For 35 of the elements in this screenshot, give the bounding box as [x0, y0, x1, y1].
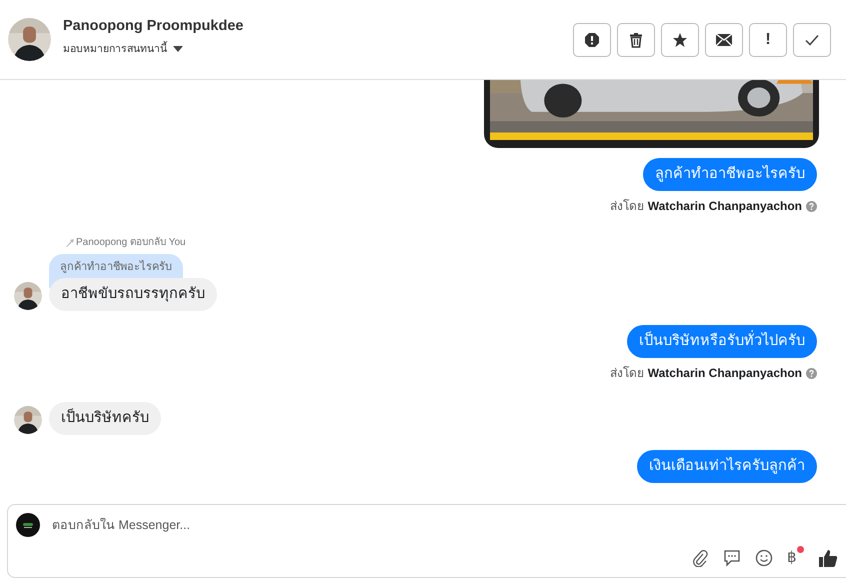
envelope-icon [715, 32, 733, 46]
received-message: อาชีพขับรถบรรทุกครับ [49, 278, 217, 311]
trash-icon [628, 32, 644, 48]
thumbs-up-icon[interactable] [818, 548, 838, 568]
star-button[interactable] [661, 22, 699, 56]
payment-button[interactable]: ฿ [787, 546, 804, 567]
received-message: เป็นบริษัทครับ [49, 402, 161, 435]
emoji-icon[interactable] [755, 549, 773, 567]
paperclip-icon[interactable] [691, 549, 709, 567]
sent-message: ลูกค้าทำอาชีพอะไรครับ [643, 158, 817, 191]
sent-by-label: ส่งโดย [610, 199, 644, 213]
mark-unread-button[interactable] [705, 22, 743, 56]
spam-button[interactable] [573, 22, 611, 56]
done-button[interactable] [793, 22, 831, 56]
avatar [14, 282, 42, 310]
star-icon [672, 32, 688, 48]
alert-icon [584, 32, 600, 48]
delete-button[interactable] [617, 22, 655, 56]
sent-by-label: ส่งโดย [610, 366, 644, 380]
reply-icon [66, 239, 74, 247]
caret-icon [173, 46, 183, 52]
contact-name: Panoopong Proompukdee [63, 18, 244, 34]
chat-bubble-icon[interactable] [723, 549, 741, 567]
avatar [14, 406, 42, 434]
help-icon[interactable] [806, 368, 817, 378]
sent-message: เงินเดือนเท่าไรครับลูกค้า [637, 450, 817, 483]
assign-conversation-link[interactable]: มอบหมายการสนทนานี้ [63, 40, 167, 57]
page-logo [16, 513, 40, 537]
sender-name: Watcharin Chanpanyachon [648, 366, 802, 380]
sent-message: เป็นบริษัทหรือรับทั่วไปครับ [627, 325, 817, 358]
important-button[interactable]: ! [749, 22, 787, 56]
reply-note: Panoopong ตอบกลับ You [76, 237, 186, 249]
help-icon[interactable] [806, 200, 817, 212]
avatar [8, 18, 51, 61]
sender-name: Watcharin Chanpanyachon [648, 199, 802, 213]
